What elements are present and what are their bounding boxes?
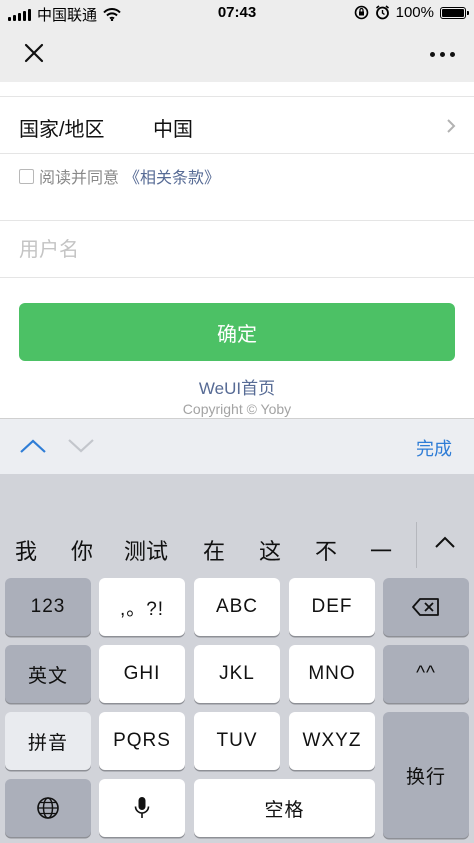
country-label: 国家/地区: [19, 119, 105, 141]
punctuation-key[interactable]: ,。?!: [99, 578, 185, 636]
english-key[interactable]: 英文: [5, 645, 91, 703]
status-bar: 中国联通 07:43 100%: [0, 0, 474, 26]
def-key[interactable]: DEF: [289, 578, 375, 636]
abc-key[interactable]: ABC: [194, 578, 280, 636]
country-region-row[interactable]: 国家/地区 中国: [0, 96, 474, 154]
candidate-word[interactable]: 测试: [124, 534, 168, 566]
ghi-key[interactable]: GHI: [99, 645, 185, 703]
orientation-lock-icon: [354, 5, 368, 20]
candidate-bar: 我 你 测试 在 这 不 一: [0, 528, 474, 572]
number-key[interactable]: 123: [5, 578, 91, 636]
candidate-word[interactable]: 你: [71, 534, 93, 566]
enter-key[interactable]: 换行: [383, 712, 469, 838]
candidate-word[interactable]: 一: [370, 534, 392, 566]
globe-icon: [37, 797, 59, 819]
close-icon[interactable]: [16, 38, 52, 70]
jkl-key[interactable]: JKL: [194, 645, 280, 703]
username-row: [0, 220, 474, 278]
form-content: 国家/地区 中国 阅读并同意 《相关条款》 确定 WeUI首页 Copyrigh…: [0, 82, 474, 418]
chevron-right-icon: [447, 119, 456, 133]
alarm-icon: [375, 5, 389, 20]
nav-bar: [0, 26, 474, 82]
candidate-word[interactable]: 我: [15, 534, 37, 566]
weui-home-link[interactable]: WeUI首页: [0, 374, 474, 399]
candidate-word[interactable]: 这: [259, 534, 281, 566]
wxyz-key[interactable]: WXYZ: [289, 712, 375, 770]
username-input[interactable]: [19, 235, 439, 265]
candidate-divider: [416, 522, 417, 568]
backspace-icon: [412, 598, 439, 616]
status-right: 100%: [354, 4, 469, 21]
pqrs-key[interactable]: PQRS: [99, 712, 185, 770]
agree-checkbox[interactable]: [19, 168, 34, 184]
globe-key[interactable]: [5, 779, 91, 837]
microphone-icon: [134, 797, 150, 818]
expand-candidates-icon[interactable]: [432, 534, 458, 552]
candidate-word[interactable]: 不: [315, 534, 337, 566]
terms-link[interactable]: 《相关条款》: [124, 164, 220, 188]
keyboard: 我 你 测试 在 这 不 一 123 ,。?! ABC DEF 英文 GHI J…: [0, 474, 474, 843]
pinyin-key[interactable]: 拼音: [5, 712, 91, 770]
copyright-text: Copyright © Yoby: [182, 401, 292, 417]
agree-terms: 阅读并同意 《相关条款》: [19, 164, 220, 188]
country-value: 中国: [153, 119, 193, 141]
input-toolbar: 完成: [0, 418, 474, 474]
battery-percent: 100%: [395, 4, 434, 21]
space-key[interactable]: 空格: [194, 779, 375, 837]
tuv-key[interactable]: TUV: [194, 712, 280, 770]
chevron-up-icon[interactable]: [18, 436, 48, 456]
emoji-key[interactable]: ^^: [383, 645, 469, 703]
backspace-key[interactable]: [383, 578, 469, 636]
confirm-button[interactable]: 确定: [19, 303, 455, 361]
done-button[interactable]: 完成: [416, 435, 452, 461]
chevron-down-icon[interactable]: [66, 436, 96, 456]
candidate-word[interactable]: 在: [203, 534, 225, 566]
microphone-key[interactable]: [99, 779, 185, 837]
agree-text: 阅读并同意: [39, 170, 120, 187]
mno-key[interactable]: MNO: [289, 645, 375, 703]
battery-icon: [440, 6, 469, 19]
more-icon[interactable]: [424, 40, 460, 68]
